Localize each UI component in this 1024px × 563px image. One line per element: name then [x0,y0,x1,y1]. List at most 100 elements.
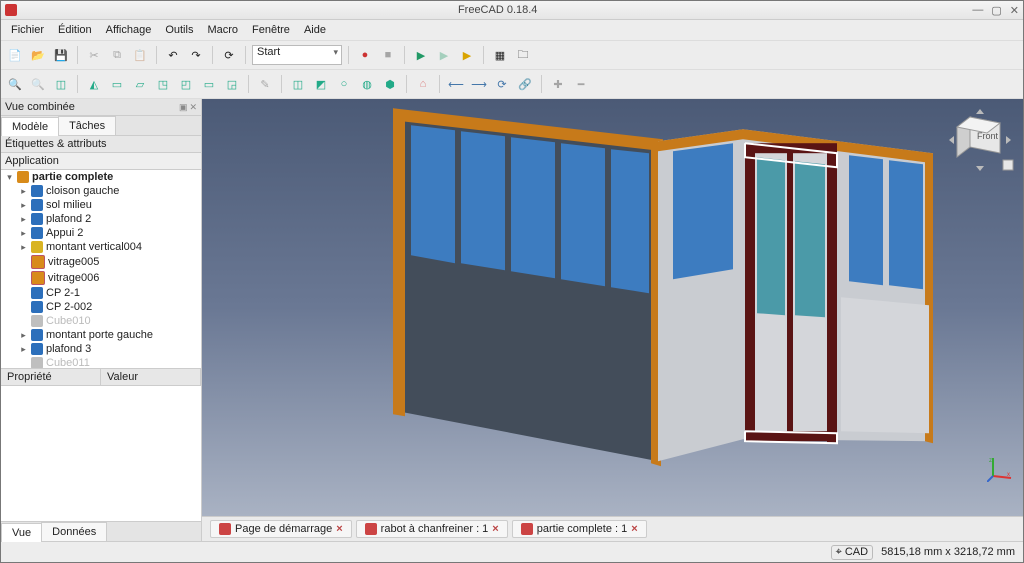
cut-button[interactable]: ✂ [84,45,104,65]
tree-item[interactable]: vitrage005 [1,254,201,270]
tree-item[interactable]: CP 2-1 [1,286,201,300]
right-view-button[interactable]: ◳ [153,74,173,94]
part-wire-button[interactable]: ◫ [288,74,308,94]
part-flat-button[interactable]: ◍ [357,74,377,94]
menu-edit[interactable]: Édition [52,22,98,38]
macro-step-button[interactable]: ▶ [411,45,431,65]
tree-item[interactable]: ▾partie complete [1,170,201,184]
panel-close-icon[interactable]: ✕ [189,102,197,113]
doc-tab-partie[interactable]: partie complete : 1 × [512,520,647,538]
model-tree[interactable]: ▾partie complete▸cloison gauche▸sol mili… [1,170,201,369]
menu-macro[interactable]: Macro [201,22,244,38]
undo-button[interactable]: ↶ [163,45,183,65]
remove-button[interactable]: ━ [571,74,591,94]
paste-button[interactable]: 📋 [130,45,150,65]
tree-item[interactable]: ▸Appui 2 [1,226,201,240]
tab-tasks[interactable]: Tâches [58,116,116,135]
maximize-button[interactable]: ▢ [991,4,1001,17]
tree-twisty-icon[interactable]: ▸ [19,228,28,239]
tree-item[interactable]: ▸montant vertical004 [1,240,201,254]
macro-play-button[interactable]: ▶ [457,45,477,65]
add-button[interactable]: ✚ [548,74,568,94]
tree-item[interactable]: ▸montant porte gauche [1,328,201,342]
open-macro-button[interactable]: 🗀 [513,45,533,65]
doc-tab-rabot[interactable]: rabot à chanfreiner : 1 × [356,520,508,538]
menu-file[interactable]: Fichier [5,22,50,38]
workbench-selector[interactable]: Start [252,45,342,65]
tree-item[interactable]: ▸sol milieu [1,198,201,212]
doc-tab-close-icon[interactable]: × [336,523,342,535]
menu-view[interactable]: Affichage [100,22,158,38]
iso-view-button[interactable]: ◭ [84,74,104,94]
tree-twisty-icon[interactable]: ▸ [19,214,28,225]
menu-help[interactable]: Aide [298,22,332,38]
fit-sel-button[interactable]: 🔍 [28,74,48,94]
tree-twisty-icon[interactable]: ▸ [19,186,28,197]
redo-button[interactable]: ↷ [186,45,206,65]
tree-twisty-icon[interactable]: ▸ [19,242,28,253]
fit-button[interactable]: 🔍 [5,74,25,94]
save-file-button[interactable]: 💾 [51,45,71,65]
tree-item[interactable]: ▸cloison gauche [1,184,201,198]
nav-back-button[interactable]: ⟵ [446,74,466,94]
doc-tab-close-icon[interactable]: × [492,523,498,535]
refresh-button[interactable]: ⟳ [219,45,239,65]
tree-twisty-icon[interactable]: ▸ [19,330,28,341]
property-col-name: Propriété [1,369,101,385]
nav-mode-indicator[interactable]: ⌖ CAD [831,545,873,560]
minimize-button[interactable]: — [972,4,983,17]
nav-forward-button[interactable]: ⟶ [469,74,489,94]
doc-tab-close-icon[interactable]: × [631,523,637,535]
sidebar: Vue combinée ▣✕ Modèle Tâches Étiquettes… [1,99,202,541]
measure-button[interactable]: ✎ [255,74,275,94]
tree-item[interactable]: Cube011 [1,356,201,369]
macros-button[interactable]: ▦ [490,45,510,65]
tree-item-icon [31,301,43,313]
stop-button[interactable]: ■ [378,45,398,65]
3d-canvas[interactable]: Front x z [202,99,1023,516]
tree-item-label: CP 2-1 [46,287,80,299]
tree-twisty-icon[interactable]: ▸ [19,200,28,211]
doc-tab-label: rabot à chanfreiner : 1 [381,523,489,535]
menu-tools[interactable]: Outils [159,22,199,38]
left-view-button[interactable]: ◲ [222,74,242,94]
tree-item[interactable]: ▸ plafond 2 [1,212,201,226]
nav-sync-button[interactable]: ⟳ [492,74,512,94]
tree-item-label: Cube011 [46,357,90,369]
part-glass-button[interactable]: ⬢ [380,74,400,94]
part-shade-button[interactable]: ◩ [311,74,331,94]
navigation-cube[interactable]: Front [945,105,1015,175]
tree-item[interactable]: Cube010 [1,314,201,328]
tree-twisty-icon[interactable]: ▸ [19,344,28,355]
tab-model[interactable]: Modèle [1,117,59,136]
rear-view-button[interactable]: ◰ [176,74,196,94]
menu-window[interactable]: Fenêtre [246,22,296,38]
draw-style-button[interactable]: ◫ [51,74,71,94]
doc-tab-label: Page de démarrage [235,523,332,535]
whats-this-button[interactable]: ⌂ [413,74,433,94]
front-view-button[interactable]: ▭ [107,74,127,94]
tree-item[interactable]: ▸ plafond 3 [1,342,201,356]
close-button[interactable]: ✕ [1010,4,1019,17]
new-file-button[interactable]: 📄 [5,45,25,65]
part-point-button[interactable]: ○ [334,74,354,94]
toolbar-view: 🔍 🔍 ◫ ◭ ▭ ▱ ◳ ◰ ▭ ◲ ✎ ◫ ◩ ○ ◍ ⬢ ⌂ ⟵ ⟶ ⟳ … [1,70,1023,99]
record-button[interactable]: ● [355,45,375,65]
tree-item-icon [17,171,29,183]
tab-data[interactable]: Données [41,522,107,541]
tree-item[interactable]: CP 2-002 [1,300,201,314]
tree-item-icon [31,199,43,211]
panel-float-icon[interactable]: ▣ [179,102,188,113]
open-file-button[interactable]: 📂 [28,45,48,65]
tree-twisty-icon[interactable]: ▾ [5,172,14,183]
nav-link-button[interactable]: 🔗 [515,74,535,94]
copy-button[interactable]: ⧉ [107,45,127,65]
tree-item[interactable]: vitrage006 [1,270,201,286]
tree-item-label: plafond 2 [46,213,91,225]
bottom-view-button[interactable]: ▭ [199,74,219,94]
tab-view[interactable]: Vue [1,523,42,542]
top-view-button[interactable]: ▱ [130,74,150,94]
tree-item-label: plafond 3 [46,343,91,355]
macro-run-button[interactable]: ▶ [434,45,454,65]
doc-tab-start[interactable]: Page de démarrage × [210,520,352,538]
